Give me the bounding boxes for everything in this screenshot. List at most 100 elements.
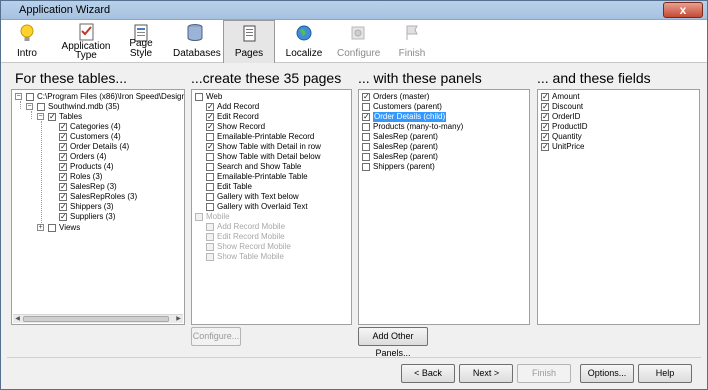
panels-list[interactable]: Orders (master)Customers (parent)Order D… xyxy=(358,89,530,325)
checkbox[interactable] xyxy=(59,132,67,142)
step-label: Configure xyxy=(337,48,381,59)
fields-header: ... and these fields xyxy=(537,70,651,86)
page-row-label: Gallery with Text below xyxy=(217,192,299,201)
tree-line xyxy=(31,111,32,119)
checkbox[interactable] xyxy=(541,92,549,102)
checkbox[interactable] xyxy=(362,163,370,171)
step-databases[interactable]: Databases xyxy=(173,20,221,63)
page-row-label: Emailable-Printable Table xyxy=(217,172,308,181)
field-row-label: Amount xyxy=(552,92,580,101)
mobile-page-row-label: Show Record Mobile xyxy=(217,242,291,251)
checkbox[interactable] xyxy=(541,102,549,112)
checkbox[interactable] xyxy=(541,142,549,152)
database-icon xyxy=(187,24,203,41)
help-button[interactable]: Help xyxy=(638,364,692,383)
checkbox[interactable] xyxy=(206,142,214,152)
title-bar: Application Wizard x xyxy=(1,1,707,20)
window-title: Application Wizard xyxy=(19,4,111,16)
checkbox[interactable] xyxy=(48,112,56,122)
checkbox[interactable] xyxy=(206,203,214,211)
step-pages[interactable]: Pages xyxy=(223,20,275,63)
checkbox[interactable] xyxy=(206,163,214,171)
add-other-panels-button[interactable]: Add Other Panels... xyxy=(358,327,428,358)
tree-node-label: Views xyxy=(59,223,81,232)
checkbox[interactable] xyxy=(206,183,214,191)
field-row-label: OrderID xyxy=(552,112,581,121)
scroll-right-icon[interactable]: ▶ xyxy=(174,315,183,323)
options-button[interactable]: Options... xyxy=(580,364,634,383)
checkbox[interactable] xyxy=(48,224,56,232)
checkbox[interactable] xyxy=(26,93,34,101)
checkbox[interactable] xyxy=(206,153,214,161)
checkbox[interactable] xyxy=(59,142,67,152)
checkbox[interactable] xyxy=(59,172,67,182)
finish-button[interactable]: Finish xyxy=(517,364,571,383)
checkbox[interactable] xyxy=(362,112,370,122)
page-row-label: Edit Table xyxy=(217,182,252,191)
configure-button[interactable]: Configure... xyxy=(191,327,241,346)
step-finish[interactable]: Finish xyxy=(393,20,431,63)
checkbox[interactable] xyxy=(206,133,214,141)
page-row-label: Show Table with Detail in row xyxy=(217,142,321,151)
page-row-label: Search and Show Table xyxy=(217,162,302,171)
checkbox[interactable] xyxy=(59,202,67,212)
checkbox[interactable] xyxy=(362,133,370,141)
checkbox[interactable] xyxy=(59,162,67,172)
expand-toggle[interactable]: + xyxy=(37,224,44,231)
checkbox[interactable] xyxy=(37,103,45,111)
checkbox[interactable] xyxy=(206,102,214,112)
scroll-thumb[interactable] xyxy=(23,316,169,322)
checkbox[interactable] xyxy=(541,132,549,142)
panel-row-label: Orders (master) xyxy=(373,92,430,101)
next-button[interactable]: Next > xyxy=(459,364,513,383)
checkbox[interactable] xyxy=(206,233,214,241)
mobile-page-row-label: Show Table Mobile xyxy=(217,252,285,261)
fields-list[interactable]: AmountDiscountOrderIDProductIDQuantityUn… xyxy=(537,89,700,325)
step-localize[interactable]: Localize xyxy=(283,20,325,63)
checkbox[interactable] xyxy=(362,153,370,161)
checkbox[interactable] xyxy=(195,93,203,101)
table-row-label: Orders (4) xyxy=(70,152,107,161)
scroll-left-icon[interactable]: ◀ xyxy=(13,315,22,323)
checkbox[interactable] xyxy=(59,152,67,162)
checkbox[interactable] xyxy=(362,143,370,151)
step-label: Localize xyxy=(285,48,323,59)
table-row-label: Order Details (4) xyxy=(70,142,130,151)
tree-node-label: Tables xyxy=(59,112,83,121)
collapse-toggle[interactable]: − xyxy=(26,103,33,110)
panel-row-label: Order Details (child) xyxy=(373,112,447,122)
application-wizard-window: Application Wizard x Intro Application T… xyxy=(0,0,708,390)
checkbox[interactable] xyxy=(206,223,214,231)
checkbox[interactable] xyxy=(59,192,67,202)
back-button[interactable]: < Back xyxy=(401,364,455,383)
checkbox[interactable] xyxy=(206,112,214,122)
step-configure[interactable]: Configure xyxy=(337,20,381,63)
collapse-toggle[interactable]: − xyxy=(15,93,22,100)
checkbox[interactable] xyxy=(362,123,370,131)
collapse-toggle[interactable]: − xyxy=(37,113,44,120)
checkbox[interactable] xyxy=(206,253,214,261)
checkbox[interactable] xyxy=(206,243,214,251)
step-intro[interactable]: Intro xyxy=(7,20,47,63)
tree-line xyxy=(41,121,42,225)
checkbox[interactable] xyxy=(541,122,549,132)
close-button[interactable]: x xyxy=(663,2,703,18)
tables-tree[interactable]: − C:\Program Files (x86)\Iron Speed\Desi… xyxy=(11,89,185,325)
pages-list[interactable]: Web Add RecordEdit RecordShow RecordEmai… xyxy=(191,89,352,325)
checkbox[interactable] xyxy=(59,182,67,192)
checkbox[interactable] xyxy=(195,213,203,221)
checkbox[interactable] xyxy=(59,212,67,222)
checkbox[interactable] xyxy=(206,122,214,132)
tree-line xyxy=(20,101,21,109)
step-application-type[interactable]: Application Type xyxy=(61,20,111,63)
panel-row-label: Products (many-to-many) xyxy=(373,122,464,131)
checkbox[interactable] xyxy=(206,173,214,181)
checkbox[interactable] xyxy=(362,92,370,102)
checkbox[interactable] xyxy=(541,112,549,122)
checkbox[interactable] xyxy=(362,103,370,111)
checkbox[interactable] xyxy=(59,122,67,132)
horizontal-scrollbar[interactable]: ◀ ▶ xyxy=(13,314,183,323)
panel-row-label: SalesRep (parent) xyxy=(373,152,438,161)
checkbox[interactable] xyxy=(206,193,214,201)
step-page-style[interactable]: Page Style xyxy=(119,20,163,63)
